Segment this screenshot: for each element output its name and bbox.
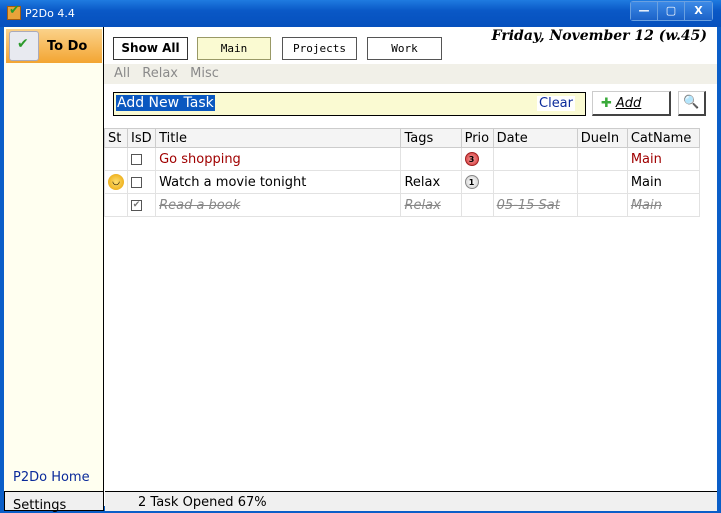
done-cell bbox=[127, 147, 157, 171]
date-cell: 05-15 Sat bbox=[492, 193, 578, 217]
column-header-st[interactable]: St bbox=[103, 128, 129, 148]
category-cell: Main bbox=[626, 193, 701, 217]
column-header-title[interactable]: Title bbox=[155, 128, 402, 148]
subcategory-bar: All Relax Misc bbox=[104, 64, 717, 84]
date-cell bbox=[492, 170, 578, 194]
search-button[interactable]: 🔍 bbox=[678, 91, 706, 116]
title-bar: P2Do 4.4 — ▢ X bbox=[0, 0, 721, 27]
date-cell bbox=[492, 147, 578, 171]
duein-cell bbox=[576, 170, 628, 194]
prio-cell: 3 bbox=[460, 147, 494, 171]
column-header-prio[interactable]: Prio bbox=[460, 128, 494, 148]
tags-cell: Relax bbox=[400, 193, 462, 217]
done-checkbox[interactable] bbox=[131, 153, 143, 165]
sidebar: To Do P2Do Home bbox=[4, 27, 104, 491]
new-task-field[interactable]: Add New Task Clear bbox=[113, 92, 586, 116]
done-cell: ✔ bbox=[127, 193, 157, 217]
magnifier-icon: 🔍 bbox=[683, 95, 700, 110]
column-header-tags[interactable]: Tags bbox=[400, 128, 462, 148]
status-cell bbox=[103, 193, 129, 217]
column-header-duein[interactable]: DueIn bbox=[576, 128, 628, 148]
column-header-date[interactable]: Date bbox=[492, 128, 578, 148]
sidebar-item-todo[interactable]: To Do bbox=[6, 29, 102, 63]
category-cell: Main bbox=[626, 170, 701, 194]
status-bar: 2 Task Opened 67% bbox=[105, 491, 717, 511]
show-all-button[interactable]: Show All bbox=[113, 37, 188, 60]
category-work-button[interactable]: Work bbox=[367, 37, 442, 60]
status-cell bbox=[103, 147, 129, 171]
sidebar-item-label: To Do bbox=[47, 38, 88, 54]
p2do-home-link[interactable]: P2Do Home bbox=[13, 470, 90, 485]
done-cell bbox=[127, 170, 157, 194]
title-cell[interactable]: Go shopping bbox=[155, 147, 402, 171]
duein-cell bbox=[576, 147, 628, 171]
minimize-button[interactable]: — bbox=[631, 2, 658, 20]
category-main-button[interactable]: Main bbox=[197, 37, 271, 60]
maximize-button[interactable]: ▢ bbox=[658, 2, 685, 20]
category-projects-button[interactable]: Projects bbox=[282, 37, 357, 60]
subcategory-all[interactable]: All bbox=[114, 66, 130, 81]
priority-badge: 3 bbox=[464, 152, 479, 166]
add-button[interactable]: ✚ Add bbox=[592, 91, 671, 116]
table-row[interactable]: Go shopping 3 Main bbox=[103, 147, 701, 171]
duein-cell bbox=[576, 193, 628, 217]
table-row[interactable]: ✔ Read a book Relax 05-15 Sat Main bbox=[103, 193, 701, 217]
tags-cell: Relax bbox=[400, 170, 462, 194]
app-icon bbox=[7, 3, 21, 20]
close-button[interactable]: X bbox=[685, 2, 712, 20]
settings-button[interactable]: Settings bbox=[4, 491, 104, 513]
column-header-catname[interactable]: CatName bbox=[626, 128, 701, 148]
column-header-isd[interactable]: IsD bbox=[127, 128, 157, 148]
table-row[interactable]: ◡ Watch a movie tonight Relax 1 Main bbox=[103, 170, 701, 194]
category-cell: Main bbox=[626, 147, 701, 171]
prio-cell: 1 bbox=[460, 170, 494, 194]
new-task-input[interactable]: Add New Task bbox=[116, 95, 215, 111]
priority-badge: 1 bbox=[464, 175, 479, 189]
clipboard-icon bbox=[9, 31, 39, 61]
prio-cell bbox=[460, 193, 494, 217]
task-table: St IsD Title Tags Prio Date DueIn CatName Go sh… bbox=[103, 128, 701, 217]
smiley-icon: ◡ bbox=[108, 174, 124, 190]
done-checkbox[interactable] bbox=[131, 176, 143, 188]
subcategory-relax[interactable]: Relax bbox=[142, 66, 178, 81]
current-date: Friday, November 12 (w.45) bbox=[491, 28, 707, 44]
title-cell[interactable]: Read a book bbox=[155, 193, 402, 217]
done-checkbox[interactable]: ✔ bbox=[131, 199, 143, 211]
subcategory-misc[interactable]: Misc bbox=[190, 66, 219, 81]
window-title: P2Do 4.4 bbox=[25, 7, 75, 20]
title-cell[interactable]: Watch a movie tonight bbox=[155, 170, 402, 194]
status-cell: ◡ bbox=[103, 170, 129, 194]
tags-cell bbox=[400, 147, 462, 171]
plus-icon: ✚ bbox=[601, 96, 612, 111]
add-label: Add bbox=[615, 96, 642, 111]
clear-button[interactable]: Clear bbox=[537, 96, 575, 111]
